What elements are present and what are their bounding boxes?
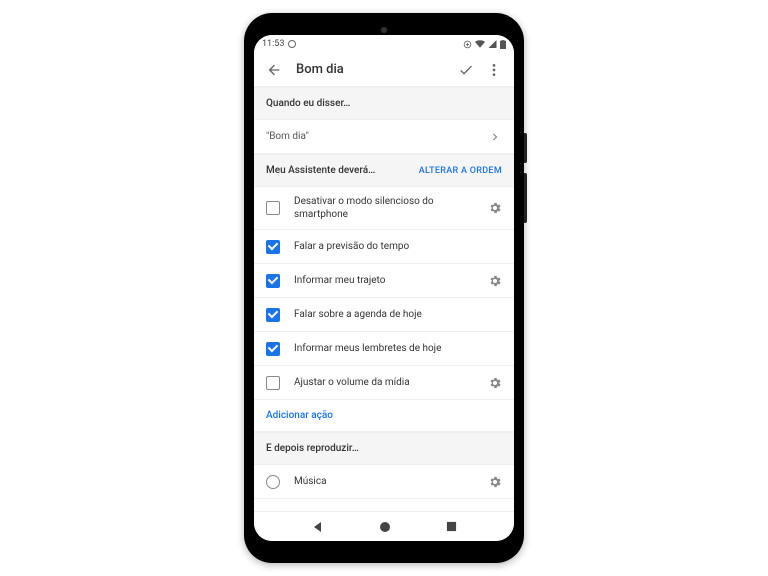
arrow-left-icon [266,62,282,78]
nav-home-button[interactable] [379,521,391,533]
after-row[interactable]: Música [254,465,514,499]
checkbox[interactable] [266,376,280,390]
action-label: Falar a previsão do tempo [294,240,502,253]
action-row[interactable]: Desativar o modo silencioso do smartphon… [254,187,514,230]
more-vert-icon [486,62,502,78]
status-bar: 11:53 [254,35,514,53]
phone-frame: 11:53 Bom dia Quando eu disser [244,13,524,563]
gear-icon[interactable] [488,475,502,489]
gear-icon[interactable] [488,201,502,215]
radio[interactable] [266,475,280,489]
action-label: Ajustar o volume da mídia [294,376,480,389]
battery-icon [500,40,506,49]
content: Quando eu disser… "Bom dia" Meu Assisten… [254,87,514,511]
status-time: 11:53 [262,39,284,49]
back-button[interactable] [260,56,288,84]
checkbox[interactable] [266,240,280,254]
nav-bar [254,511,514,541]
data-saver-icon [463,40,472,49]
checkbox[interactable] [266,308,280,322]
location-icon [288,40,296,48]
chevron-right-icon [488,130,502,144]
triangle-back-icon [312,521,324,533]
page-title: Bom dia [296,62,452,77]
nav-recent-button[interactable] [446,521,457,532]
gear-icon[interactable] [488,274,502,288]
status-icons [463,40,506,49]
add-action-button[interactable]: Adicionar ação [254,400,514,432]
after-section-header: E depois reproduzir… [254,432,514,465]
action-label: Informar meu trajeto [294,274,480,287]
gear-icon[interactable] [488,376,502,390]
square-recent-icon [446,521,457,532]
signal-icon [488,40,497,48]
action-row[interactable]: Informar meu trajeto [254,264,514,298]
phrase-section-header: Quando eu disser… [254,87,514,120]
reorder-link[interactable]: ALTERAR A ORDEM [419,166,502,176]
side-button [524,133,527,163]
checkbox[interactable] [266,201,280,215]
confirm-button[interactable] [452,56,480,84]
after-label: Música [294,475,480,488]
app-bar: Bom dia [254,53,514,87]
action-row[interactable]: Ajustar o volume da mídia [254,366,514,400]
screen: 11:53 Bom dia Quando eu disser [254,35,514,541]
phrase-row[interactable]: "Bom dia" [254,120,514,154]
check-icon [458,62,474,78]
phrase-value: "Bom dia" [266,130,488,143]
action-row[interactable]: Falar a previsão do tempo [254,230,514,264]
circle-home-icon [379,521,391,533]
wifi-icon [475,40,485,48]
nav-back-button[interactable] [312,521,324,533]
overflow-button[interactable] [480,56,508,84]
action-label: Informar meus lembretes de hoje [294,342,502,355]
action-row[interactable]: Falar sobre a agenda de hoje [254,298,514,332]
side-button [524,173,527,223]
action-label: Falar sobre a agenda de hoje [294,308,502,321]
actions-section-header: Meu Assistente deverá… ALTERAR A ORDEM [254,154,514,187]
checkbox[interactable] [266,274,280,288]
action-row[interactable]: Informar meus lembretes de hoje [254,332,514,366]
action-label: Desativar o modo silencioso do smartphon… [294,195,480,221]
checkbox[interactable] [266,342,280,356]
actions-section-label: Meu Assistente deverá… [266,165,375,176]
